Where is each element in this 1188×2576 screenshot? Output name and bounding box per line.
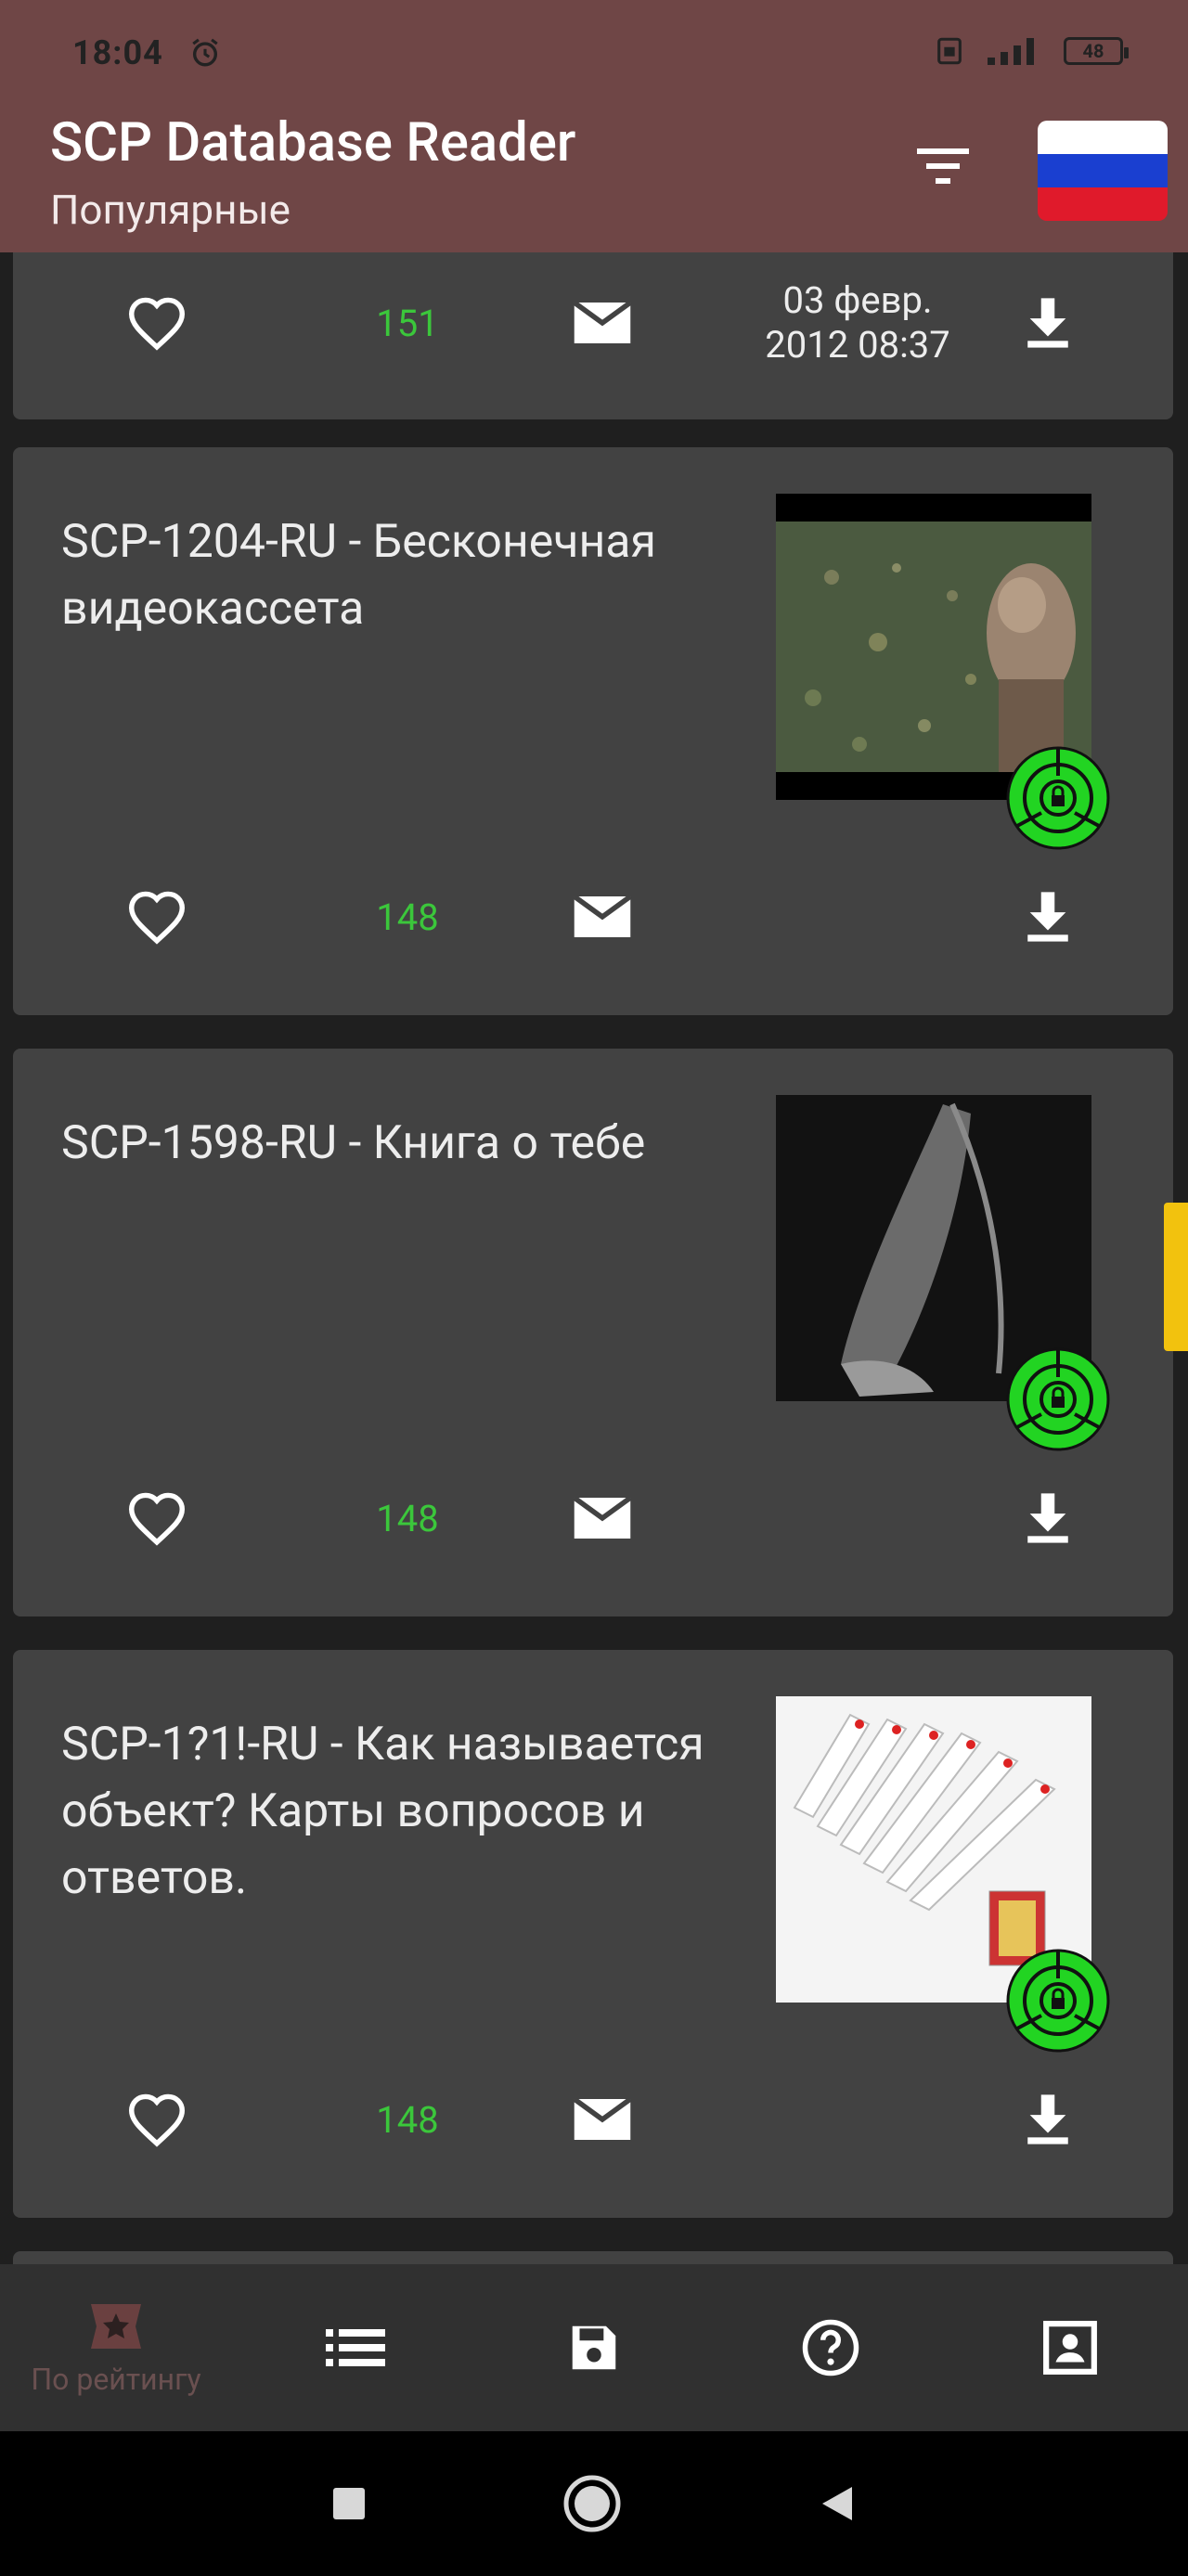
likes-count: 148 <box>376 1496 439 1540</box>
app-title: SCP Database Reader <box>50 111 576 174</box>
card-actions: 148 <box>13 861 1173 972</box>
app-subtitle: Популярные <box>50 186 291 234</box>
safe-class-badge-icon <box>1006 746 1110 850</box>
heart-icon <box>128 2093 186 2147</box>
app-bar: SCP Database Reader Популярные <box>0 104 1188 252</box>
likes-count: 151 <box>376 301 439 345</box>
download-icon <box>1027 2094 1068 2145</box>
status-bar: 18:04 48 <box>0 0 1188 104</box>
download-icon <box>1027 892 1068 942</box>
back-triangle-icon <box>822 2487 852 2520</box>
like-button[interactable] <box>106 2064 208 2175</box>
card-actions: 151 03 февр. 2012 08:37 <box>13 267 1173 379</box>
battery-indicator: 48 <box>1064 37 1129 65</box>
article-card[interactable]: SCP-1?1!-RU - Как называется объект? Кар… <box>13 1650 1173 2218</box>
safe-class-badge-icon <box>1006 1949 1110 2053</box>
home-button[interactable] <box>562 2474 622 2533</box>
home-circle-icon <box>563 2475 621 2532</box>
list-icon <box>326 2329 385 2366</box>
nav-item-saved[interactable] <box>506 2264 682 2431</box>
star-badge-icon <box>91 2304 141 2349</box>
flag-blue-stripe <box>1038 154 1168 187</box>
mail-icon <box>573 894 632 937</box>
heart-icon <box>128 297 186 351</box>
status-time: 18:04 <box>72 33 163 72</box>
help-icon <box>802 2319 859 2376</box>
flag-white-stripe <box>1038 121 1168 154</box>
article-card[interactable] <box>13 2251 1173 2264</box>
article-feed[interactable]: 151 03 февр. 2012 08:37 SCP-1204-RU - Бе… <box>0 252 1188 2264</box>
alarm-icon <box>192 38 218 67</box>
like-button[interactable] <box>106 267 208 379</box>
mail-icon <box>573 300 632 343</box>
language-flag-button[interactable] <box>1038 121 1168 221</box>
card-actions: 148 <box>13 2064 1173 2175</box>
download-icon <box>1027 1493 1068 1543</box>
system-navigation-bar <box>0 2431 1188 2576</box>
article-card[interactable]: SCP-1204-RU - Бесконечная видеокассета 1… <box>13 447 1173 1015</box>
flag-red-stripe <box>1038 187 1168 221</box>
mail-icon <box>573 2096 632 2140</box>
square-icon <box>333 2488 365 2519</box>
heart-icon <box>128 891 186 945</box>
share-button[interactable] <box>551 861 653 972</box>
share-button[interactable] <box>551 2064 653 2175</box>
article-title[interactable]: SCP-1?1!-RU - Как называется объект? Кар… <box>61 1711 730 1912</box>
likes-count: 148 <box>376 2097 439 2142</box>
recents-button[interactable] <box>319 2474 379 2533</box>
download-button[interactable] <box>997 861 1099 972</box>
save-icon <box>572 2325 616 2370</box>
nav-item-help[interactable] <box>742 2264 919 2431</box>
card-actions: 148 <box>13 1462 1173 1574</box>
likes-count: 148 <box>376 895 439 939</box>
nav-item-account[interactable] <box>982 2264 1158 2431</box>
date-line-2: 2012 08:37 <box>765 323 950 367</box>
date-line-1: 03 февр. <box>782 278 933 322</box>
safe-class-badge-icon <box>1006 1347 1110 1451</box>
download-icon <box>1027 298 1068 348</box>
article-title[interactable]: SCP-1204-RU - Бесконечная видеокассета <box>61 509 730 642</box>
nav-label-rating: По рейтингу <box>31 2362 201 2397</box>
share-button[interactable] <box>551 267 653 379</box>
mail-icon <box>573 1495 632 1539</box>
share-button[interactable] <box>551 1462 653 1574</box>
like-button[interactable] <box>106 861 208 972</box>
bottom-navigation: По рейтингу <box>0 2264 1188 2431</box>
download-button[interactable] <box>997 2064 1099 2175</box>
article-card[interactable]: SCP-1598-RU - Книга о тебе 148 <box>13 1049 1173 1616</box>
status-icons: 48 <box>934 35 1129 67</box>
fast-scroll-handle[interactable] <box>1164 1203 1188 1351</box>
signal-icon <box>988 38 1034 65</box>
sim-icon <box>937 37 962 65</box>
article-card[interactable]: 151 03 февр. 2012 08:37 <box>13 252 1173 419</box>
article-title[interactable]: SCP-1598-RU - Книга о тебе <box>61 1110 730 1177</box>
account-box-icon <box>1043 2321 1097 2375</box>
filter-icon[interactable] <box>915 143 971 189</box>
download-button[interactable] <box>997 267 1099 379</box>
heart-icon <box>128 1492 186 1546</box>
nav-item-rating[interactable]: По рейтингу <box>28 2264 204 2431</box>
like-button[interactable] <box>106 1462 208 1574</box>
download-button[interactable] <box>997 1462 1099 1574</box>
back-button[interactable] <box>807 2474 867 2533</box>
nav-item-list[interactable] <box>267 2264 444 2431</box>
article-date: 03 февр. 2012 08:37 <box>718 267 997 379</box>
